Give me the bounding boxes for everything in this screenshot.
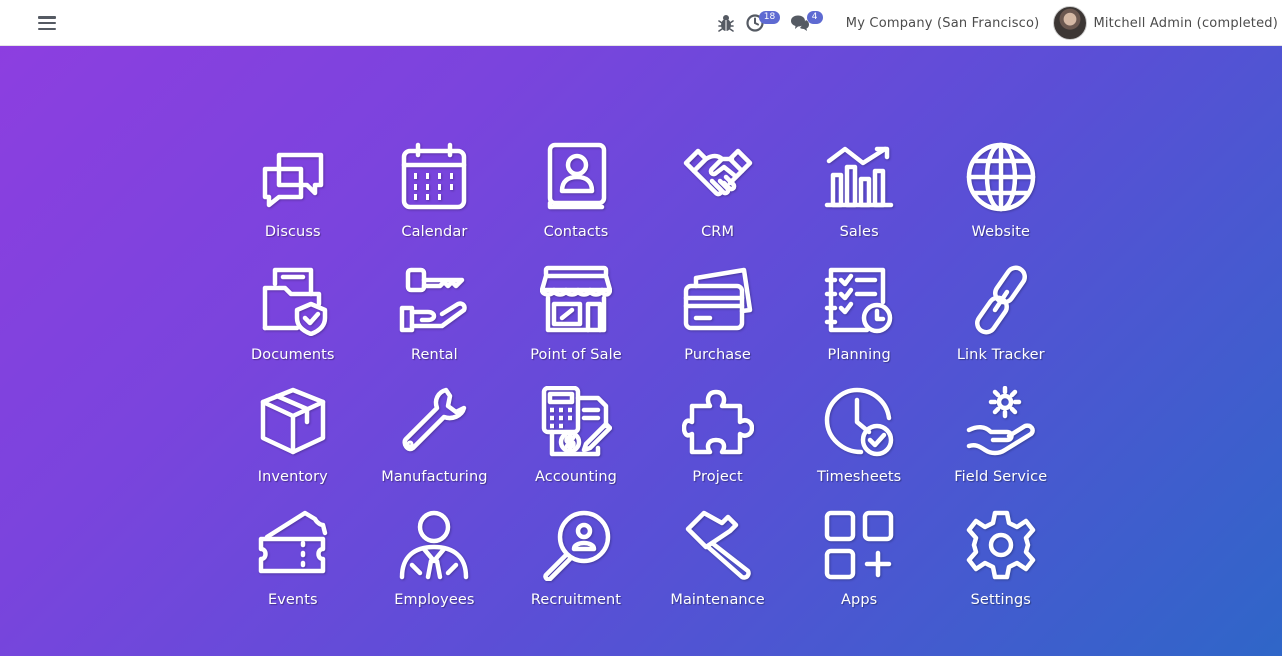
app-website[interactable]: Website [930, 137, 1072, 260]
gear-hand-icon [966, 386, 1035, 456]
hammer-icon [685, 510, 751, 580]
checklist-clock-icon [824, 267, 893, 333]
folder-shield-icon [262, 267, 328, 336]
app-contacts[interactable]: Contacts [505, 137, 647, 260]
app-field-service[interactable]: Field Service [930, 382, 1072, 505]
app-discuss[interactable]: Discuss [222, 137, 364, 260]
user-menu[interactable]: Mitchell Admin (completed) [1093, 16, 1278, 31]
handshake-icon [683, 148, 752, 197]
debug-bug-button[interactable] [716, 0, 736, 46]
app-sales[interactable]: Sales [788, 137, 930, 260]
app-events[interactable]: Events [222, 505, 364, 628]
app-grid-icon [824, 510, 894, 579]
company-switcher[interactable]: My Company (San Francisco) [846, 16, 1040, 31]
app-accounting[interactable]: Accounting [505, 382, 647, 505]
app-purchase[interactable]: Purchase [647, 260, 789, 383]
app-inventory[interactable]: Inventory [222, 382, 364, 505]
app-rental[interactable]: Rental [364, 260, 506, 383]
ticket-icon [258, 510, 328, 573]
hamburger-menu-icon[interactable] [38, 14, 56, 32]
magnifier-person-icon [543, 510, 611, 581]
clock-check-icon [824, 387, 894, 457]
app-crm[interactable]: CRM [647, 137, 789, 260]
app-planning[interactable]: Planning [788, 260, 930, 383]
globe-icon [966, 142, 1036, 212]
app-apps[interactable]: Apps [788, 505, 930, 628]
app-settings[interactable]: Settings [930, 505, 1072, 628]
navbar-systray: 18 4 My Company (San Francisco) Mitchell… [716, 0, 1278, 46]
calendar-icon [402, 142, 467, 210]
chat-bubbles-icon [262, 152, 324, 208]
app-point-of-sale[interactable]: Point of Sale [505, 260, 647, 383]
app-maintenance[interactable]: Maintenance [647, 505, 789, 628]
app-project[interactable]: Project [647, 382, 789, 505]
gear-icon [966, 510, 1036, 579]
bar-chart-icon [824, 146, 894, 208]
app-employees[interactable]: Employees [364, 505, 506, 628]
box-icon [260, 387, 326, 455]
messages-count-badge: 4 [806, 11, 823, 24]
chain-link-icon [974, 265, 1027, 334]
app-calendar[interactable]: Calendar [364, 137, 506, 260]
bug-icon [717, 15, 734, 32]
messages-button[interactable]: 4 [790, 0, 830, 46]
puzzle-icon [681, 389, 754, 455]
activities-count-badge: 18 [758, 11, 781, 24]
calculator-invoice-icon [541, 386, 612, 457]
app-documents[interactable]: Documents [222, 260, 364, 383]
activities-button[interactable]: 18 [746, 0, 784, 46]
app-manufacturing[interactable]: Manufacturing [364, 382, 506, 505]
key-hand-icon [400, 267, 468, 332]
app-recruitment[interactable]: Recruitment [505, 505, 647, 628]
user-avatar[interactable] [1053, 6, 1088, 40]
shop-icon [539, 265, 612, 332]
top-navbar: 18 4 My Company (San Francisco) Mitchell… [0, 0, 1282, 46]
credit-cards-icon [683, 267, 752, 330]
apps-grid: Discuss Calendar Contacts CRM Sales Webs… [222, 137, 1072, 627]
app-timesheets[interactable]: Timesheets [788, 382, 930, 505]
app-link-tracker[interactable]: Link Tracker [930, 260, 1072, 383]
wrench-icon [402, 387, 467, 452]
address-book-icon [547, 142, 607, 210]
employee-icon [400, 510, 469, 579]
